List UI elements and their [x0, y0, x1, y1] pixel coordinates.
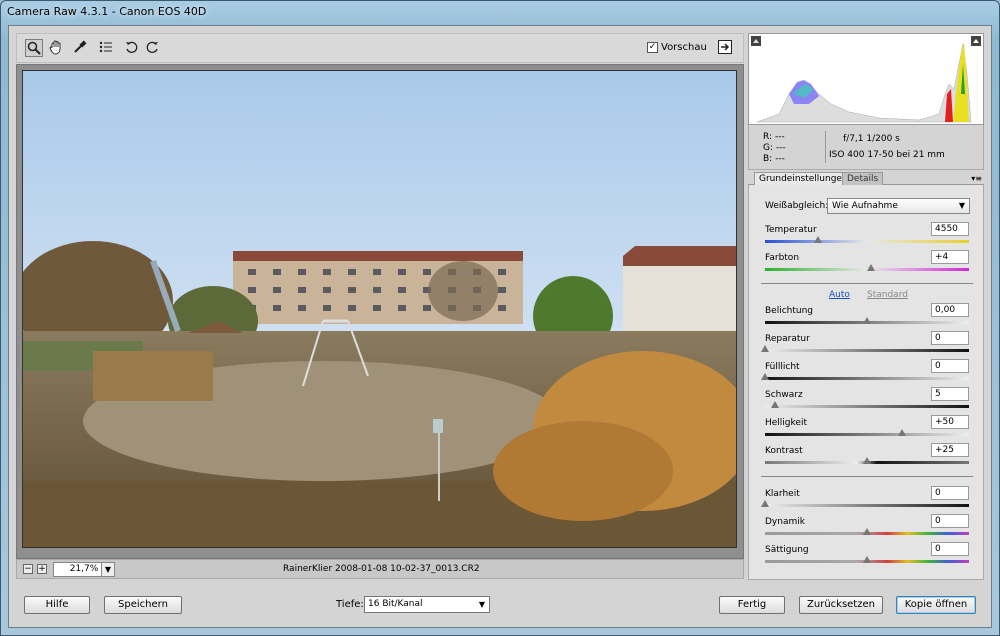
g-readout: G: ---: [763, 143, 786, 153]
window-title: Camera Raw 4.3.1 - Canon EOS 40D: [7, 5, 207, 18]
helligkeit-thumb[interactable]: [897, 429, 906, 436]
white-balance-select[interactable]: Wie Aufnahme ▼: [827, 198, 970, 214]
chevron-down-icon: ▼: [478, 600, 485, 609]
rgb-exif-info: R: --- G: --- B: --- f/7,1 1/200 s ISO 4…: [748, 125, 984, 170]
slider-label-belichtung: Belichtung: [765, 306, 814, 316]
b-readout: B: ---: [763, 154, 785, 164]
rotate-right-icon[interactable]: [143, 39, 161, 57]
color-sampler-icon[interactable]: [97, 39, 115, 57]
farbton-thumb[interactable]: [867, 264, 876, 271]
helligkeit-value[interactable]: +50: [931, 415, 969, 429]
reparatur-thumb[interactable]: [761, 345, 769, 352]
schwarz-track[interactable]: [765, 405, 969, 408]
zoom-out-button[interactable]: −: [23, 564, 33, 574]
preview-label: Vorschau: [661, 42, 707, 53]
panel-menu-icon[interactable]: ▾≡: [971, 174, 982, 183]
reset-button[interactable]: Zurücksetzen: [799, 596, 883, 614]
photo-preview[interactable]: [22, 70, 737, 548]
helligkeit-track[interactable]: [765, 433, 969, 436]
schwarz-value[interactable]: 5: [931, 387, 969, 401]
depth-select[interactable]: 16 Bit/Kanal ▼: [364, 596, 490, 613]
rotate-left-icon[interactable]: [123, 39, 141, 57]
section-divider: [761, 476, 973, 477]
slider-label-farbton: Farbton: [765, 253, 800, 263]
file-name: RainerKlier 2008-01-08 10-02-37_0013.CR2: [283, 564, 480, 574]
slider-label-reparatur: Reparatur: [765, 334, 810, 344]
tab-grundeinstellungen[interactable]: Grundeinstellungen: [754, 172, 853, 185]
fuelllicht-value[interactable]: 0: [931, 359, 969, 373]
klarheit-track[interactable]: [765, 504, 969, 507]
temperatur-track[interactable]: [765, 240, 969, 243]
slider-label-klarheit: Klarheit: [765, 489, 800, 499]
iso-lens: ISO 400 17-50 bei 21 mm: [829, 150, 945, 160]
section-divider: [761, 283, 973, 284]
klarheit-value[interactable]: 0: [931, 486, 969, 500]
zoom-in-button[interactable]: +: [37, 564, 47, 574]
slider-label-kontrast: Kontrast: [765, 446, 803, 456]
histogram: [748, 33, 984, 125]
white-balance-label: Weißabgleich:: [765, 201, 829, 211]
dynamik-value[interactable]: 0: [931, 514, 969, 528]
saettigung-value[interactable]: 0: [931, 542, 969, 556]
depth-label: Tiefe:: [336, 599, 364, 610]
slider-label-temperatur: Temperatur: [765, 225, 817, 235]
slider-label-dynamik: Dynamik: [765, 517, 805, 527]
slider-label-schwarz: Schwarz: [765, 390, 803, 400]
zoom-tool-icon[interactable]: [25, 39, 43, 57]
zoom-dropdown-icon[interactable]: ▼: [101, 562, 115, 577]
save-button[interactable]: Speichern: [104, 596, 182, 614]
hand-tool-icon[interactable]: [47, 39, 65, 57]
info-divider: [825, 131, 826, 163]
tab-details[interactable]: Details: [842, 172, 884, 185]
klarheit-thumb[interactable]: [761, 500, 769, 507]
dynamik-thumb[interactable]: [863, 528, 871, 535]
preview-checkbox[interactable]: ✓: [647, 42, 658, 53]
slider-label-saettigung: Sättigung: [765, 545, 809, 555]
depth-value: 16 Bit/Kanal: [368, 599, 423, 609]
panel-tabs: Grundeinstellungen Details ▾≡: [748, 172, 984, 185]
schwarz-thumb[interactable]: [771, 401, 780, 408]
temperatur-value[interactable]: 4550: [931, 222, 969, 236]
basic-settings-panel: Weißabgleich: Wie Aufnahme ▼ Temperatur …: [748, 185, 984, 580]
fuelllicht-thumb[interactable]: [761, 373, 769, 380]
belichtung-thumb[interactable]: [863, 317, 871, 324]
standard-link[interactable]: Standard: [867, 290, 908, 300]
tool-bar: ✓ Vorschau: [16, 33, 744, 63]
open-copy-button[interactable]: Kopie öffnen: [896, 596, 976, 614]
reparatur-value[interactable]: 0: [931, 331, 969, 345]
help-button[interactable]: Hilfe: [24, 596, 90, 614]
done-button[interactable]: Fertig: [719, 596, 785, 614]
eyedropper-tool-icon[interactable]: [71, 39, 89, 57]
belichtung-value[interactable]: 0,00: [931, 303, 969, 317]
kontrast-value[interactable]: +25: [931, 443, 969, 457]
fuelllicht-track[interactable]: [765, 377, 969, 380]
slider-label-fuelllicht: Fülllicht: [765, 362, 800, 372]
farbton-value[interactable]: +4: [931, 250, 969, 264]
chevron-down-icon: ▼: [958, 201, 965, 210]
r-readout: R: ---: [763, 132, 785, 142]
saettigung-thumb[interactable]: [863, 556, 871, 563]
status-bar: − + 21,7% ▼ RainerKlier 2008-01-08 10-02…: [16, 559, 744, 579]
reparatur-track[interactable]: [765, 349, 969, 352]
aperture-shutter: f/7,1 1/200 s: [843, 134, 900, 144]
fullscreen-toggle-icon[interactable]: [717, 39, 733, 59]
slider-label-helligkeit: Helligkeit: [765, 418, 807, 428]
kontrast-thumb[interactable]: [863, 457, 871, 464]
white-balance-value: Wie Aufnahme: [832, 201, 898, 211]
temperatur-thumb[interactable]: [814, 236, 823, 243]
auto-link[interactable]: Auto: [829, 290, 850, 300]
